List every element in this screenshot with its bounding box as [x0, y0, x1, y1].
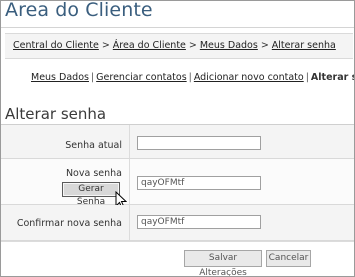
page-title: Área do Cliente — [5, 0, 153, 21]
breadcrumb-link-central[interactable]: Central do Cliente — [13, 40, 99, 51]
breadcrumb-link-alterar-senha[interactable]: Alterar senha — [272, 40, 336, 51]
form-row-confirm-password: Confirmar nova senha qayOFMtf — [1, 205, 354, 241]
subnav-current-alterar-senha: Alterar senha — [310, 72, 354, 83]
subnav: Meus Dados | Gerenciar contatos | Adicionar … — [31, 72, 354, 83]
breadcrumb: Central do Cliente > Área do Cliente > Meus … — [13, 40, 336, 51]
subnav-separator: | — [188, 72, 192, 83]
subnav-link-adicionar-contato[interactable]: Adicionar novo contato — [194, 72, 304, 83]
save-changes-button[interactable]: Salvar Alterações — [184, 250, 262, 276]
form-bottom-divider — [1, 241, 354, 242]
section-title: Alterar senha — [5, 105, 107, 123]
breadcrumb-bar: Central do Cliente > Área do Cliente > Meus … — [5, 33, 353, 59]
form-row-current-password: Senha atual — [1, 125, 354, 159]
title-divider — [1, 27, 354, 28]
confirm-password-label: Confirmar nova senha — [16, 218, 122, 229]
row-divider — [129, 125, 130, 158]
subnav-link-meus-dados[interactable]: Meus Dados — [31, 72, 89, 83]
subnav-separator: | — [90, 72, 95, 83]
new-password-field[interactable]: qayOFMtf — [137, 176, 261, 190]
cancel-button[interactable]: Cancelar — [266, 250, 311, 267]
current-password-label: Senha atual — [65, 140, 122, 151]
breadcrumb-separator: > — [188, 40, 197, 51]
row-divider — [129, 205, 130, 240]
row-divider — [129, 159, 130, 204]
breadcrumb-separator: > — [101, 40, 110, 51]
breadcrumb-link-area[interactable]: Área do Cliente — [113, 40, 186, 51]
new-password-label: Nova senha — [65, 168, 122, 179]
form-row-new-password: Nova senha qayOFMtf — [1, 159, 354, 205]
subnav-link-gerenciar-contatos[interactable]: Gerenciar contatos — [96, 72, 186, 83]
breadcrumb-separator: > — [260, 40, 269, 51]
breadcrumb-link-meus-dados[interactable]: Meus Dados — [200, 40, 258, 51]
current-password-field[interactable] — [137, 136, 261, 150]
subnav-separator: | — [305, 72, 309, 83]
confirm-password-field[interactable]: qayOFMtf — [137, 215, 261, 229]
generate-password-button[interactable]: Gerar Senha — [62, 182, 120, 207]
window-frame: Área do Cliente Central do Cliente > Área … — [0, 0, 355, 277]
